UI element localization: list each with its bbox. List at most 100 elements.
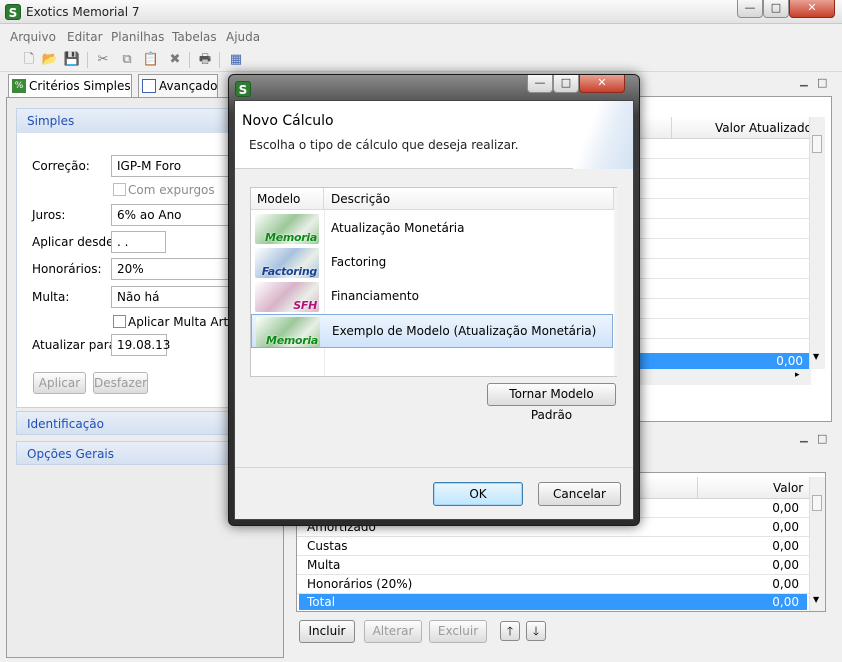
menu-ajuda[interactable]: Ajuda — [226, 30, 260, 44]
copy-icon[interactable]: ⧉ — [118, 51, 136, 69]
model-description: Atualização Monetária — [331, 221, 465, 235]
aplicar-desde-label: Aplicar desde: — [32, 235, 118, 249]
delete-icon[interactable]: ✖ — [166, 51, 184, 69]
vertical-scrollbar[interactable]: ▼ — [809, 477, 825, 611]
juros-label: Juros: — [32, 208, 66, 222]
minimize-panel-icon[interactable]: ▁ — [800, 76, 808, 87]
model-table: Modelo Descrição Memoria Atualização Mon… — [250, 187, 617, 377]
table-row[interactable]: Custas 0,00 — [297, 537, 809, 556]
aplicar-multa-label: Aplicar Multa Art. 4 — [128, 315, 244, 329]
menu-tabelas[interactable]: Tabelas — [172, 30, 217, 44]
aplicar-multa-checkbox[interactable] — [113, 315, 126, 328]
incluir-button[interactable]: Incluir — [299, 620, 355, 643]
memoria-thumb-icon: Memoria — [255, 214, 319, 244]
maximize-panel-icon[interactable]: □ — [817, 76, 827, 89]
correcao-select[interactable]: IGP-M Foro — [111, 155, 231, 177]
model-row-exemplo[interactable]: Memoria Exemplo de Modelo (Atualização M… — [251, 314, 613, 348]
correcao-label: Correção: — [32, 159, 90, 173]
table-row-total[interactable]: Total 0,00 — [299, 594, 807, 610]
menu-arquivo[interactable]: Arquivo — [10, 30, 56, 44]
table-icon[interactable]: ▦ — [227, 51, 245, 69]
sfh-thumb-icon: SFH — [255, 282, 319, 312]
col-valor: Valor — [773, 481, 804, 495]
menu-planilhas[interactable]: Planilhas — [111, 30, 164, 44]
toolbar-separator — [219, 52, 220, 68]
model-row-atualizacao[interactable]: Memoria Atualização Monetária — [251, 212, 613, 246]
window-title: Exotics Memorial 7 — [26, 5, 140, 19]
close-button[interactable]: ✕ — [789, 0, 835, 18]
dialog-title: Novo Cálculo — [242, 113, 334, 129]
dialog-close-button[interactable]: ✕ — [579, 75, 625, 93]
juros-select[interactable]: 6% ao Ano — [111, 204, 231, 226]
dialog-separator — [235, 467, 633, 468]
table-row[interactable]: Multa 0,00 — [297, 556, 809, 575]
app-logo-icon: S — [5, 4, 21, 20]
table-row[interactable]: Honorários (20%) 0,00 — [297, 575, 809, 594]
tab-label: Avançado — [159, 79, 218, 93]
menu-editar[interactable]: Editar — [67, 30, 103, 44]
maximize-panel-icon[interactable]: □ — [817, 432, 827, 445]
honorarios-label: Honorários: — [32, 262, 102, 276]
dialog-header: Novo Cálculo Escolha o tipo de cálculo q… — [235, 101, 633, 169]
atualizar-label: Atualizar para: — [32, 338, 121, 352]
aplicar-desde-input[interactable]: . . — [111, 231, 166, 253]
excluir-button[interactable]: Excluir — [429, 620, 487, 643]
move-down-button[interactable]: 🡓 — [526, 621, 546, 641]
toolbar-separator — [189, 52, 190, 68]
tab-criterios-simples[interactable]: % Critérios Simples — [8, 74, 132, 98]
maximize-button[interactable]: □ — [763, 0, 789, 18]
app-logo-icon: S — [235, 81, 251, 97]
save-icon[interactable]: 💾 — [63, 51, 81, 69]
cell-value: 0,00 — [776, 354, 803, 368]
window-icon — [142, 79, 156, 93]
move-up-button[interactable]: 🡑 — [500, 621, 520, 641]
vertical-scrollbar[interactable]: ▼ — [809, 117, 825, 369]
factoring-thumb-icon: Factoring — [255, 248, 319, 278]
arrow-up-icon: 🡑 — [506, 624, 514, 638]
dialog-maximize-button[interactable]: □ — [553, 75, 579, 93]
col-modelo: Modelo — [251, 188, 324, 210]
table-scroll-edge — [614, 188, 617, 376]
col-valor-atualizado: Valor Atualizado — [715, 121, 812, 135]
print-icon[interactable]: 🖶 — [196, 51, 214, 69]
menu-bar: Arquivo Editar Planilhas Tabelas Ajuda — [0, 26, 842, 48]
ok-button[interactable]: OK — [433, 482, 523, 506]
minimize-button[interactable]: — — [737, 0, 763, 18]
model-row-factoring[interactable]: Factoring Factoring — [251, 246, 613, 280]
honorarios-input[interactable]: 20% — [111, 258, 231, 280]
model-description: Financiamento — [331, 289, 419, 303]
tab-avancado[interactable]: Avançado — [138, 74, 218, 98]
cut-icon[interactable]: ✂ — [94, 51, 112, 69]
dialog-subtitle: Escolha o tipo de cálculo que deseja rea… — [249, 138, 519, 152]
tornar-modelo-padrao-button[interactable]: Tornar Modelo Padrão — [487, 383, 616, 422]
multa-select[interactable]: Não há — [111, 286, 231, 308]
cancel-button[interactable]: Cancelar — [538, 482, 621, 506]
paste-icon[interactable]: 📋 — [142, 51, 160, 69]
multa-label: Multa: — [32, 290, 70, 304]
scroll-right-icon[interactable]: ▸ — [795, 370, 800, 380]
desfazer-button[interactable]: Desfazer — [93, 372, 148, 394]
com-expurgos-checkbox[interactable] — [113, 183, 126, 196]
alterar-button[interactable]: Alterar — [364, 620, 422, 643]
model-description: Factoring — [331, 255, 387, 269]
dialog-body: Novo Cálculo Escolha o tipo de cálculo q… — [234, 100, 634, 520]
arrow-down-icon: 🡓 — [532, 624, 540, 638]
dialog-minimize-button[interactable]: — — [527, 75, 553, 93]
percent-icon: % — [12, 79, 26, 93]
title-bar: S Exotics Memorial 7 — □ ✕ — [0, 0, 842, 24]
open-folder-icon[interactable]: 📂 — [41, 51, 59, 69]
toolbar-separator — [87, 52, 88, 68]
atualizar-input[interactable]: 19.08.13 — [111, 334, 170, 356]
col-descricao: Descrição — [324, 188, 614, 210]
minimize-panel-icon[interactable]: ▁ — [800, 432, 808, 443]
new-file-icon[interactable]: 🗋 — [20, 51, 38, 69]
com-expurgos-label: Com expurgos — [128, 183, 215, 197]
toolbar: 🗋 📂 💾 ✂ ⧉ 📋 ✖ 🖶 ▦ — [0, 48, 842, 72]
model-row-financiamento[interactable]: SFH Financiamento — [251, 280, 613, 314]
aplicar-button[interactable]: Aplicar — [33, 372, 86, 394]
header-decoration — [573, 101, 633, 169]
model-description: Exemplo de Modelo (Atualização Monetária… — [332, 324, 597, 338]
scroll-down-icon[interactable]: ▼ — [813, 595, 819, 604]
memoria-thumb-icon: Memoria — [256, 317, 320, 347]
scroll-down-icon[interactable]: ▼ — [813, 352, 819, 361]
